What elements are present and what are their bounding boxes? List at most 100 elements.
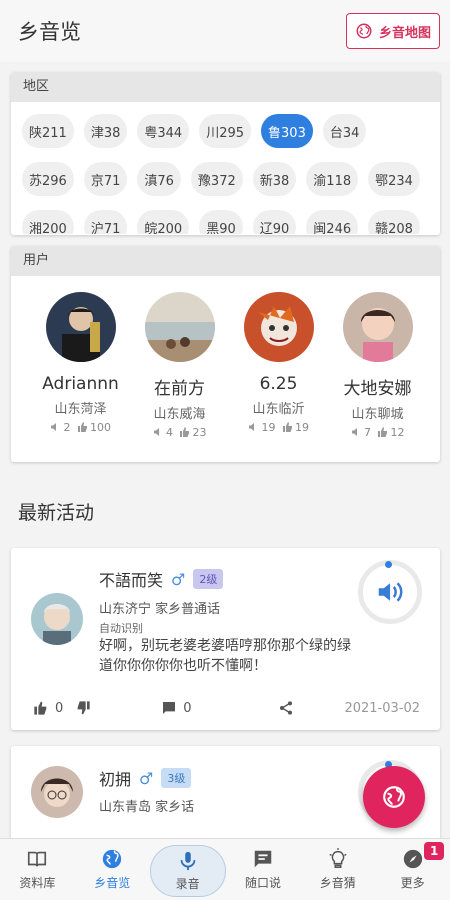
dialect-map-button[interactable]: 乡音地图 [345, 13, 440, 49]
male-icon: ♂ [171, 569, 186, 589]
chat-icon [254, 850, 272, 868]
thumb-down-icon[interactable] [75, 700, 91, 716]
region-chip[interactable]: 赣208 [368, 210, 420, 234]
region-chip[interactable]: 鄂234 [368, 162, 420, 196]
like-count: 12 [377, 426, 405, 439]
thumb-up-icon [77, 422, 87, 432]
record-button[interactable]: 录音 [149, 844, 226, 897]
share-button[interactable] [278, 700, 294, 716]
activity-transcript: 好啊，别玩老婆老婆唔哼那你那个绿的绿道你你你你你也听不懂啊！ [99, 638, 351, 674]
nav-library[interactable]: 资料库 [0, 839, 75, 900]
user-item[interactable]: 大地安娜 山东聊城 7 12 [328, 292, 427, 461]
user-stats: 2 100 [50, 421, 111, 434]
region-chip[interactable]: 新38 [252, 162, 297, 196]
user-location: 山东菏泽 [54, 402, 107, 417]
region-chip[interactable]: 川295 [199, 114, 252, 148]
region-chip[interactable]: 沪71 [83, 210, 128, 234]
nav-label: 乡音猜 [319, 876, 356, 890]
region-chip[interactable]: 闽246 [306, 210, 359, 234]
region-chip-list[interactable]: 陕211 津38 粤344 川295 鲁303 台34 苏296 京71 滇76… [11, 102, 440, 234]
users-card-title: 用户 [11, 246, 440, 276]
region-chip[interactable]: 京71 [83, 162, 128, 196]
map-fab-button[interactable] [363, 766, 425, 828]
user-name: 6.25 [259, 374, 298, 394]
speaker-icon [153, 428, 159, 436]
region-chip[interactable]: 湘200 [22, 210, 74, 234]
lightbulb-icon [329, 848, 347, 868]
app-header: 乡音览 乡音地图 [0, 0, 450, 62]
user-stats: 7 12 [351, 426, 405, 439]
speaker-icon [249, 423, 254, 431]
activity-user-line: 不語而笑 ♂ 2级 [99, 567, 224, 591]
region-chip[interactable]: 黑90 [199, 210, 243, 234]
user-location: 山东临沂 [252, 402, 305, 417]
speaker-icon [351, 428, 357, 436]
avatar [243, 292, 314, 362]
region-chip[interactable]: 渝118 [306, 162, 359, 196]
nav-record[interactable]: 录音 [149, 839, 226, 900]
notification-badge: 1 [424, 842, 445, 860]
like-button[interactable]: 0 [33, 700, 91, 716]
user-item[interactable]: 一 山 2 [427, 292, 440, 461]
nav-label: 乡音览 [94, 876, 131, 890]
user-item[interactable]: 6.25 山东临沂 19 19 [229, 292, 328, 461]
bottom-nav: 资料库 乡音览 录音 随口说 乡音猜 更多 1 [0, 838, 450, 900]
activity-user-name[interactable]: 初拥 [99, 766, 131, 790]
thumb-up-icon [378, 427, 387, 437]
user-name: 大地安娜 [343, 379, 412, 399]
voice-count: 7 [351, 426, 371, 439]
voice-count: 19 [248, 421, 276, 434]
avatar [45, 292, 116, 362]
nav-say[interactable]: 随口说 [226, 839, 301, 900]
region-card: 地区 陕211 津38 粤344 川295 鲁303 台34 苏296 京71 … [11, 72, 440, 235]
region-chip[interactable]: 豫372 [190, 162, 243, 196]
avatar [342, 292, 413, 362]
avatar [144, 292, 215, 362]
region-row: 陕211 津38 粤344 川295 鲁303 台34 [22, 114, 440, 148]
avatar[interactable] [31, 593, 83, 645]
region-chip[interactable]: 台34 [322, 114, 367, 148]
region-chip[interactable]: 粤344 [137, 114, 190, 148]
avatar[interactable] [31, 766, 83, 818]
thumb-up-icon [180, 427, 189, 437]
progress-dot [385, 561, 392, 568]
nav-guess[interactable]: 乡音猜 [300, 839, 375, 900]
like-count: 19 [282, 421, 309, 434]
dialect-map-label: 乡音地图 [378, 25, 431, 41]
activity-card[interactable]: 不語而笑 ♂ 2级 山东济宁 家乡普通话 自动识别 好啊，别玩老婆老婆唔哼那你那… [11, 548, 440, 730]
region-chip-selected[interactable]: 鲁303 [261, 114, 313, 148]
activity-location: 山东青岛 家乡话 [99, 800, 195, 815]
latest-activity-title: 最新活动 [18, 502, 95, 524]
activity-user-name[interactable]: 不語而笑 [99, 567, 163, 591]
comment-button[interactable]: 0 [161, 700, 192, 716]
region-chip[interactable]: 苏296 [22, 162, 74, 196]
nav-label: 更多 [400, 876, 425, 890]
globe-icon [356, 23, 372, 39]
region-chip[interactable]: 滇76 [137, 162, 181, 196]
user-carousel[interactable]: Adriannn 山东菏泽 2 100 在前方 山东威海 4 23 6.25 山 [11, 276, 440, 461]
region-chip[interactable]: 津38 [83, 114, 128, 148]
user-item[interactable]: 在前方 山东威海 4 23 [130, 292, 229, 461]
comment-icon [163, 702, 176, 714]
region-row: 苏296 京71 滇76 豫372 新38 渝118 鄂234 [22, 162, 440, 196]
page-title: 乡音览 [18, 20, 81, 44]
nav-more[interactable]: 更多 1 [375, 839, 450, 900]
user-name: 在前方 [154, 379, 205, 399]
like-count: 100 [77, 421, 111, 434]
nav-browse[interactable]: 乡音览 [75, 839, 150, 900]
activity-user-line: 初拥 ♂ 3级 [99, 766, 192, 790]
activity-footer: 0 0 2021-03-02 [11, 686, 440, 730]
user-item[interactable]: Adriannn 山东菏泽 2 100 [31, 292, 130, 461]
play-button[interactable] [358, 560, 422, 624]
user-location: 山东聊城 [351, 407, 404, 422]
region-chip[interactable]: 辽90 [252, 210, 297, 234]
region-row: 湘200 沪71 皖200 黑90 辽90 闽246 赣208 [22, 210, 440, 234]
share-icon [279, 701, 292, 715]
globe-icon [383, 786, 405, 808]
voice-count: 4 [153, 426, 173, 439]
user-name: Adriannn [42, 374, 119, 394]
region-chip[interactable]: 皖200 [137, 210, 190, 234]
region-chip[interactable]: 陕211 [22, 114, 74, 148]
compass-icon [403, 849, 422, 869]
user-stats: 19 19 [248, 421, 309, 434]
